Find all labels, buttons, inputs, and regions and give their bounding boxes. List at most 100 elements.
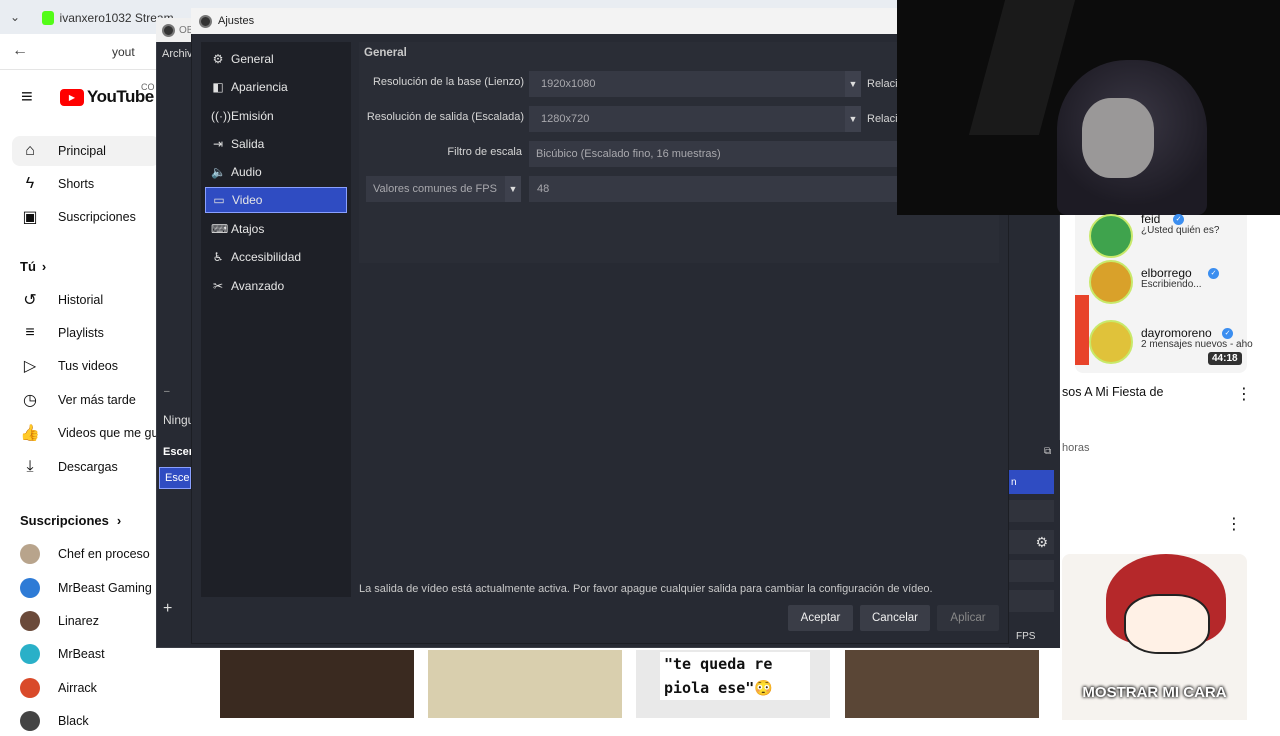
sidebar-subscription[interactable]: Black	[20, 706, 160, 736]
accept-button[interactable]: Aceptar	[788, 605, 853, 631]
playlists-icon: ≡	[25, 324, 35, 341]
obs-dock-icon[interactable]: ⧉	[1044, 446, 1051, 457]
settings-nav-general[interactable]: ⚙ General	[205, 46, 347, 72]
fps-value-combo[interactable]: 48	[529, 176, 897, 202]
sidebar-subscription[interactable]: MrBeast Gaming	[20, 573, 160, 603]
video-icon: ▭	[213, 193, 225, 207]
webcam-face	[1082, 98, 1154, 178]
avatar	[20, 611, 40, 631]
obs-control-slot	[1009, 560, 1054, 582]
obs-scene-selected[interactable]: Escen	[159, 467, 191, 489]
back-icon[interactable]: ←	[12, 42, 28, 60]
video-thumbnail-cara[interactable]: MOSTRAR MI CARA	[1062, 554, 1247, 720]
verified-icon: ✓	[1222, 328, 1233, 339]
chat-name: dayromoreno	[1141, 326, 1212, 340]
avatar	[1089, 320, 1133, 364]
scale-filter-label: Filtro de escala	[447, 146, 522, 158]
kick-icon	[42, 11, 54, 25]
chevron-right-icon: ›	[41, 258, 47, 274]
settings-nav-atajos[interactable]: ⌨ Atajos	[205, 216, 347, 242]
obs-title-bar: OB	[156, 18, 196, 42]
chat-message: 2 mensajes nuevos - aho	[1141, 339, 1253, 350]
sidebar-item-principal[interactable]: ⌂ Principal	[12, 136, 160, 166]
sidebar-subscription[interactable]: Airrack	[20, 673, 160, 703]
thumbnail-caption: MOSTRAR MI CARA	[1082, 684, 1227, 701]
sidebar-subscription[interactable]: Chef en proceso	[20, 539, 160, 569]
sidebar-item-you-5[interactable]: ⤓ Descargas	[20, 452, 160, 482]
obs-settings-gear-icon[interactable]: ⚙	[1009, 530, 1054, 554]
avatar	[20, 644, 40, 664]
settings-nav-avanzado[interactable]: ✂ Avanzado	[205, 273, 347, 299]
your-videos-icon: ▷	[23, 358, 37, 375]
chevron-down-icon[interactable]: ▼	[505, 176, 521, 202]
sidebar-item-shorts[interactable]: ϟ Shorts	[20, 169, 94, 199]
settings-nav-accesibilidad[interactable]: ♿ Accesibilidad	[205, 244, 347, 270]
sidebar-item-you-0[interactable]: ↺ Historial	[20, 285, 160, 315]
sidebar-subscriptions-header[interactable]: Suscripciones ›	[20, 505, 121, 535]
sidebar-subscription[interactable]: MrBeast	[20, 639, 160, 669]
tab-label: yout	[112, 45, 135, 59]
thumbnail-3[interactable]: "te queda re piola ese"😳	[636, 650, 830, 718]
aspect-ratio-label: Relaci	[867, 78, 897, 90]
menu-icon[interactable]: ≡	[21, 86, 33, 109]
output-resolution-combo[interactable]: 1280x720	[529, 106, 846, 132]
thumbnail-3-caption: "te queda re piola ese"😳	[660, 652, 810, 700]
downloads-icon: ⤓	[26, 458, 34, 475]
verified-icon: ✓	[1173, 214, 1184, 225]
gear-icon: ⚙	[212, 52, 224, 66]
apply-button[interactable]: Aplicar	[937, 605, 999, 631]
sidebar-item-you-1[interactable]: ≡ Playlists	[20, 318, 160, 348]
obs-logo-icon	[199, 14, 212, 28]
avatar	[20, 544, 40, 564]
obs-preview-minus: –	[164, 386, 170, 397]
video-meta: horas	[1062, 442, 1090, 454]
settings-title: Ajustes	[218, 15, 255, 27]
settings-nav-salida[interactable]: ⇥ Salida	[205, 131, 347, 157]
settings-nav-apariencia[interactable]: ◧ Apariencia	[205, 74, 347, 100]
video-title[interactable]: sos A Mi Fiesta de	[1062, 385, 1163, 399]
chevron-right-icon: ›	[116, 512, 122, 528]
history-icon: ↺	[23, 292, 37, 309]
stream-icon: ((·))	[211, 109, 231, 123]
audio-icon: 🔈	[211, 165, 226, 179]
base-resolution-combo[interactable]: 1920x1080	[529, 71, 846, 97]
obs-control-button[interactable]: n	[1009, 470, 1054, 494]
add-scene-icon[interactable]: +	[163, 600, 172, 618]
more-options-icon[interactable]: ⋮	[1236, 384, 1252, 404]
settings-nav-video[interactable]: ▭ Video	[205, 187, 347, 213]
country-code: CO	[141, 82, 155, 92]
output-active-notice: La salida de vídeo está actualmente acti…	[359, 583, 933, 595]
scale-filter-combo[interactable]: Bicúbico (Escalado fino, 16 muestras)	[529, 141, 897, 167]
youtube-play-icon: ▶	[60, 88, 84, 106]
subscriptions-icon: ▣	[22, 209, 38, 226]
webcam-overlay	[897, 0, 1280, 215]
thumbnail-4[interactable]	[845, 650, 1039, 718]
settings-title-bar: Ajustes	[191, 8, 897, 34]
obs-control-slot	[1009, 590, 1054, 612]
settings-nav-audio[interactable]: 🔈 Audio	[205, 159, 347, 185]
tab-youtube[interactable]: yout	[104, 40, 164, 64]
avatar	[20, 678, 40, 698]
sidebar-subscription[interactable]: Linarez	[20, 606, 160, 636]
youtube-logo[interactable]: ▶ YouTube	[60, 87, 154, 107]
tab-list-icon[interactable]: ⌄	[10, 10, 20, 24]
sidebar-item-you-4[interactable]: 👍 Videos que me gus	[20, 418, 160, 448]
thumbnail-1[interactable]	[220, 650, 414, 718]
fps-type-combo[interactable]: Valores comunes de FPS	[366, 176, 506, 202]
avatar	[20, 578, 40, 598]
cancel-button[interactable]: Cancelar	[860, 605, 930, 631]
chat-name: feid	[1141, 212, 1161, 226]
more-options-icon[interactable]: ⋮	[1226, 514, 1242, 534]
sidebar-you-header[interactable]: Tú ›	[20, 251, 46, 281]
chevron-down-icon[interactable]: ▼	[845, 106, 861, 132]
liked-icon: 👍	[20, 425, 40, 442]
sidebar-item-you-3[interactable]: ◷ Ver más tarde	[20, 385, 160, 415]
home-icon: ⌂	[25, 142, 35, 159]
chevron-down-icon[interactable]: ▼	[845, 71, 861, 97]
chat-message: Escribiendo...	[1141, 279, 1202, 290]
settings-nav-emisión[interactable]: ((·)) Emisión	[205, 103, 347, 129]
sidebar-item-you-2[interactable]: ▷ Tus videos	[20, 351, 160, 381]
accessibility-icon: ♿	[212, 250, 224, 264]
thumbnail-2[interactable]	[428, 650, 622, 718]
sidebar-item-suscripciones[interactable]: ▣ Suscripciones	[20, 202, 135, 232]
